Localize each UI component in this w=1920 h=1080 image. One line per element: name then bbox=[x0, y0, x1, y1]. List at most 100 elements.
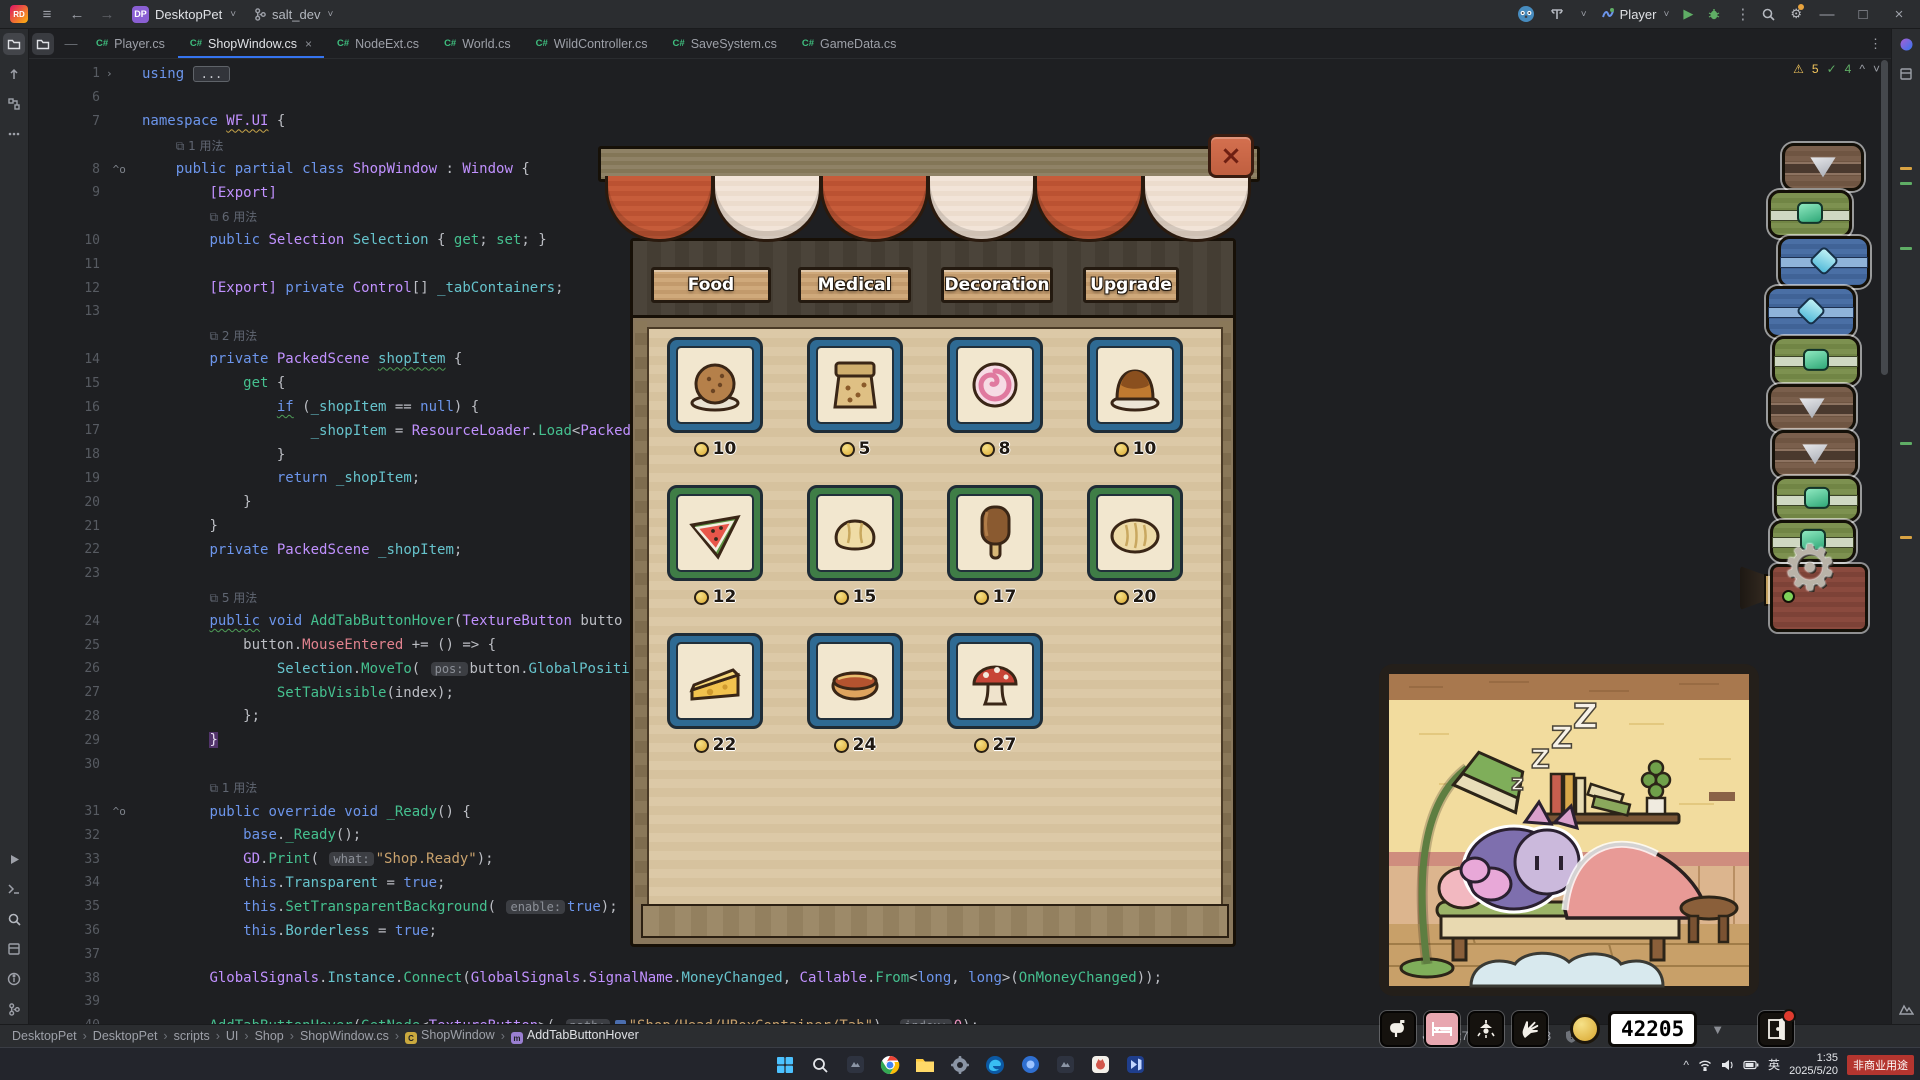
override-gutter-icon[interactable]: ^o bbox=[100, 805, 142, 818]
shop-item-cheese[interactable] bbox=[667, 633, 763, 729]
taskbar-icon-app-pet[interactable] bbox=[1087, 1052, 1113, 1078]
play-icon[interactable] bbox=[3, 848, 25, 870]
editor-tab-world-cs[interactable]: C# World.cs bbox=[432, 29, 524, 58]
code-line[interactable]: 1 › using ... bbox=[28, 62, 1892, 86]
project-widget[interactable]: DP DesktopPet ˅ bbox=[132, 5, 236, 23]
vcs-icon[interactable] bbox=[3, 63, 25, 85]
usages-hint[interactable]: ⧉ 1 用法 bbox=[176, 139, 224, 153]
editor-tab-wildcontroller-cs[interactable]: C# WildController.cs bbox=[524, 29, 661, 58]
godot-icon[interactable] bbox=[1517, 5, 1535, 23]
more-actions-icon[interactable]: ⋮ bbox=[1735, 5, 1750, 23]
editor-tab-shopwindow-cs[interactable]: C# ShopWindow.cs × bbox=[177, 29, 325, 58]
wifi-icon[interactable] bbox=[1698, 1059, 1712, 1071]
main-menu-icon[interactable]: ≡ bbox=[36, 6, 58, 23]
terminal-icon[interactable] bbox=[3, 878, 25, 900]
error-stripe-mark[interactable] bbox=[1900, 247, 1912, 250]
override-gutter-icon[interactable]: ^o bbox=[100, 163, 142, 176]
breadcrumb-item[interactable]: ShopWindow.cs bbox=[300, 1029, 389, 1043]
forward-icon[interactable]: → bbox=[96, 6, 118, 23]
debug-button[interactable] bbox=[1707, 7, 1721, 21]
fold-arrow-icon[interactable]: › bbox=[100, 67, 142, 80]
gear-machine[interactable]: ⚙ bbox=[1740, 538, 1874, 640]
breadcrumb-item[interactable]: m AddTabButtonHover bbox=[510, 1028, 639, 1045]
shop-item-pudding[interactable] bbox=[1087, 337, 1183, 433]
shop-tab-decoration[interactable]: Decoration bbox=[941, 267, 1053, 303]
treasure-chest-blue[interactable] bbox=[1766, 286, 1856, 338]
breadcrumb-item[interactable]: DesktopPet bbox=[93, 1029, 158, 1043]
inspections-widget[interactable]: ⚠ 5 ✓ 4 ^ ˅ bbox=[1793, 62, 1880, 76]
treasure-chest-blue[interactable] bbox=[1778, 236, 1870, 288]
ai-icon[interactable] bbox=[1895, 33, 1917, 55]
next-problem-icon[interactable]: ˅ bbox=[1873, 62, 1880, 76]
build-hammer-icon[interactable] bbox=[1549, 6, 1565, 22]
editor-tab-gamedata-cs[interactable]: C# GameData.cs bbox=[790, 29, 910, 58]
taskbar-icon-app-blue[interactable] bbox=[1017, 1052, 1043, 1078]
folder-icon[interactable] bbox=[3, 33, 25, 55]
tab-close-icon[interactable]: × bbox=[305, 37, 312, 51]
shop-tab-medical[interactable]: Medical bbox=[798, 267, 911, 303]
breadcrumb-item[interactable]: C ShopWindow bbox=[405, 1028, 495, 1045]
branch-icon[interactable] bbox=[3, 998, 25, 1020]
editor-tab-player-cs[interactable]: C# Player.cs bbox=[84, 29, 178, 58]
taskbar-icon-app-black[interactable] bbox=[1052, 1052, 1078, 1078]
shop-tab-upgrade[interactable]: Upgrade bbox=[1083, 267, 1179, 303]
code-line[interactable]: 6 bbox=[28, 86, 1892, 110]
lamp-button[interactable] bbox=[1468, 1011, 1504, 1047]
run-config-selector[interactable]: Player ˅ bbox=[1601, 7, 1669, 22]
editor-scrollbar[interactable] bbox=[1881, 60, 1888, 375]
breadcrumb-item[interactable]: scripts bbox=[174, 1029, 210, 1043]
close-button[interactable]: × bbox=[1888, 6, 1910, 23]
shop-item-cookie-bag[interactable] bbox=[807, 337, 903, 433]
shop-item-naruto-swirl[interactable] bbox=[947, 337, 1043, 433]
error-stripe-mark[interactable] bbox=[1900, 536, 1912, 539]
hand-button[interactable] bbox=[1512, 1011, 1548, 1047]
shop-item-bread[interactable] bbox=[1087, 485, 1183, 581]
back-icon[interactable]: ← bbox=[66, 6, 88, 23]
taskbar-icon-chrome[interactable] bbox=[877, 1052, 903, 1078]
structure-icon[interactable] bbox=[3, 93, 25, 115]
search-everywhere-icon[interactable] bbox=[1761, 7, 1776, 22]
box-icon[interactable] bbox=[1895, 63, 1917, 85]
taskbar-clock[interactable]: 1:35 2025/5/20 bbox=[1789, 1052, 1838, 1078]
prev-problem-icon[interactable]: ^ bbox=[1859, 62, 1865, 76]
breadcrumb-item[interactable]: UI bbox=[226, 1029, 239, 1043]
taskbar-icon-edge[interactable] bbox=[982, 1052, 1008, 1078]
mountains-icon[interactable] bbox=[1895, 998, 1917, 1020]
editor-tab-savesystem-cs[interactable]: C# SaveSystem.cs bbox=[661, 29, 790, 58]
usages-hint[interactable]: ⧉ 2 用法 bbox=[209, 329, 257, 343]
shop-item-mushroom[interactable] bbox=[947, 633, 1043, 729]
run-button[interactable]: ▶ bbox=[1683, 6, 1693, 22]
shop-item-dumpling[interactable] bbox=[807, 485, 903, 581]
chevron-down-icon[interactable]: ˅ bbox=[1581, 9, 1587, 20]
shop-item-popsicle[interactable] bbox=[947, 485, 1043, 581]
editor-tab-nodeext-cs[interactable]: C# NodeExt.cs bbox=[325, 29, 432, 58]
tab-options-kebab-icon[interactable]: ⋮ bbox=[1859, 29, 1892, 58]
breadcrumb-item[interactable]: DesktopPet bbox=[12, 1029, 77, 1043]
treasure-chest-silver[interactable] bbox=[1782, 143, 1864, 191]
project-tool-window-icon[interactable] bbox=[32, 32, 54, 55]
box-icon[interactable] bbox=[3, 938, 25, 960]
settings-gear-icon[interactable]: ⚙ bbox=[1790, 4, 1804, 22]
ime-language-indicator[interactable]: 英 bbox=[1768, 1056, 1780, 1073]
error-stripe-mark[interactable] bbox=[1900, 442, 1912, 445]
breadcrumb-item[interactable]: Shop bbox=[255, 1029, 284, 1043]
usages-hint[interactable]: ⧉ 6 用法 bbox=[209, 210, 257, 224]
taskbar-icon-search[interactable] bbox=[807, 1052, 833, 1078]
treasure-chest-green[interactable] bbox=[1772, 336, 1860, 386]
error-stripe-mark[interactable] bbox=[1900, 167, 1912, 170]
treasure-chest-silver[interactable] bbox=[1772, 430, 1858, 478]
shop-item-hotdog[interactable] bbox=[807, 633, 903, 729]
mailbox-button[interactable] bbox=[1380, 1011, 1416, 1047]
treasure-chest-green[interactable] bbox=[1768, 190, 1852, 238]
taskbar-icon-settings[interactable] bbox=[947, 1052, 973, 1078]
vcs-widget[interactable]: salt_dev ˅ bbox=[254, 7, 333, 22]
treasure-chest-green[interactable] bbox=[1774, 476, 1860, 522]
taskbar-icon-file-explorer[interactable] bbox=[912, 1052, 938, 1078]
shop-tab-food[interactable]: Food bbox=[651, 267, 771, 303]
battery-icon[interactable] bbox=[1743, 1060, 1759, 1070]
minimize-button[interactable]: — bbox=[1816, 6, 1838, 23]
error-stripe-mark[interactable] bbox=[1900, 182, 1912, 185]
search-icon[interactable] bbox=[3, 908, 25, 930]
dots-icon[interactable] bbox=[3, 123, 25, 145]
usages-hint[interactable]: ⧉ 1 用法 bbox=[209, 781, 257, 795]
